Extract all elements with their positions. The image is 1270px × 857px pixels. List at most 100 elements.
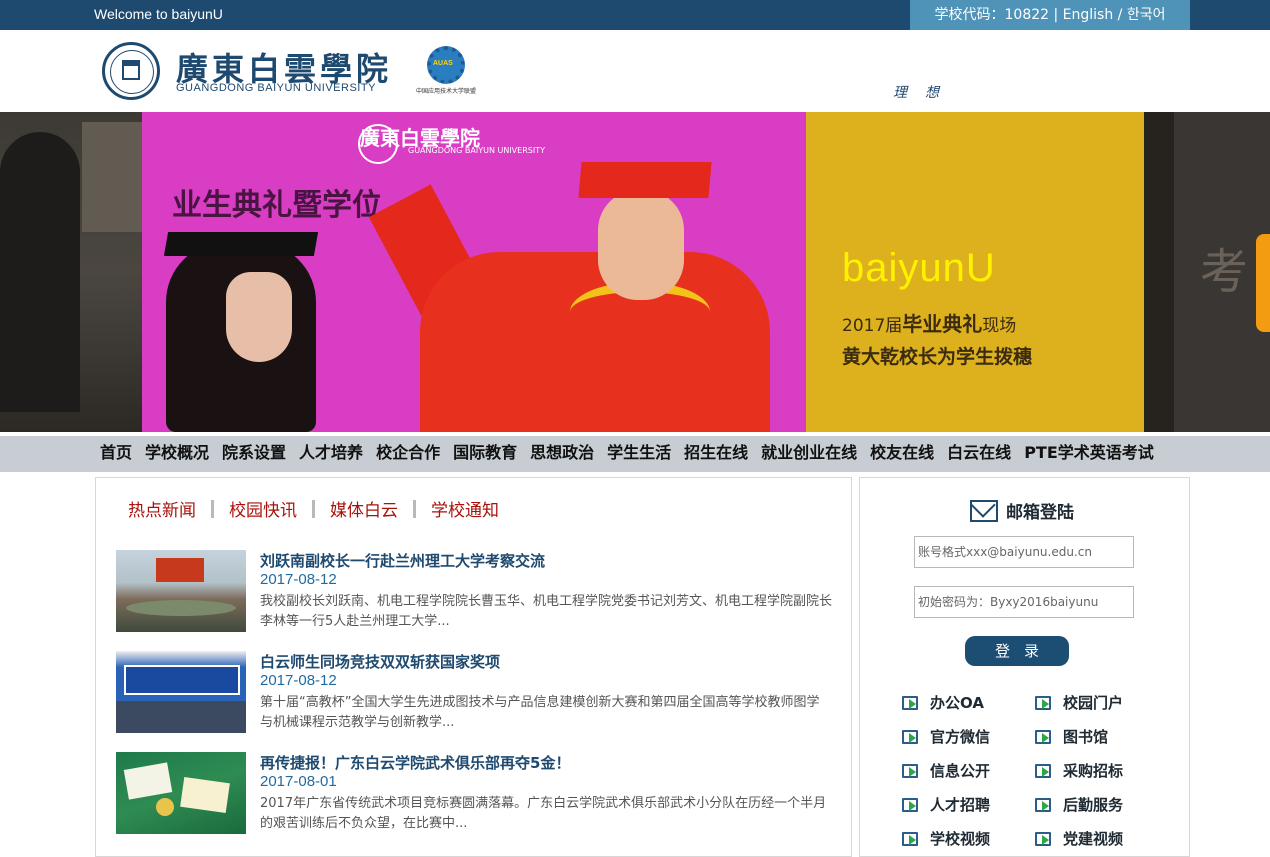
tab-divider bbox=[413, 499, 416, 518]
nav-item-pte[interactable]: PTE学术英语考试 bbox=[1024, 436, 1154, 470]
top-bar: Welcome to baiyunU 学校代码：10822 | English … bbox=[0, 0, 1270, 30]
certificate bbox=[123, 762, 173, 800]
nav-item-employment[interactable]: 就业创业在线 bbox=[761, 436, 857, 470]
banner-background-right: 考 bbox=[1144, 112, 1270, 432]
nav-item-overview[interactable]: 学校概况 bbox=[145, 436, 209, 470]
arrow-box-icon bbox=[1035, 831, 1051, 846]
news-title-link[interactable]: 刘跃南副校长一行赴兰州理工大学考察交流 bbox=[260, 550, 545, 571]
president-figure bbox=[368, 142, 790, 432]
tab-media[interactable]: 媒体白云 bbox=[330, 496, 398, 521]
quick-link-library[interactable]: 图书馆 bbox=[1035, 726, 1108, 747]
quick-link-label: 校园门户 bbox=[1063, 694, 1124, 712]
banner-caption-panel: baiyunU 2017届毕业典礼现场 黄大乾校长为学生拨穗 bbox=[806, 112, 1144, 432]
top-links: 学校代码：10822 | English / 한국어 bbox=[910, 0, 1190, 30]
school-seal-logo[interactable] bbox=[102, 42, 160, 100]
calligraphy-art: 考 bbox=[1200, 244, 1249, 300]
quick-link-school-video[interactable]: 学校视频 bbox=[902, 828, 990, 849]
hero-banner[interactable]: 廣東白雲學院 GUANGDONG BAIYUN UNIVERSITY 业生典礼暨… bbox=[0, 112, 1270, 432]
tab-campus-news[interactable]: 校园快讯 bbox=[229, 496, 297, 521]
quick-link-label: 图书馆 bbox=[1063, 728, 1109, 746]
news-date: 2017-08-12 bbox=[260, 672, 337, 689]
face-shape bbox=[226, 272, 292, 362]
nav-item-ideology[interactable]: 思想政治 bbox=[530, 436, 594, 470]
quick-link-logistics[interactable]: 后勤服务 bbox=[1035, 794, 1123, 815]
auas-badge-text: AUAS bbox=[433, 60, 453, 67]
quick-link-portal[interactable]: 校园门户 bbox=[1035, 692, 1123, 713]
quick-link-label: 信息公开 bbox=[930, 762, 991, 780]
graduate-student-figure bbox=[163, 202, 326, 432]
arrow-box-icon bbox=[902, 729, 918, 744]
arrow-box-icon bbox=[902, 695, 918, 710]
arrow-box-icon bbox=[1035, 729, 1051, 744]
tab-divider bbox=[312, 499, 315, 518]
nav-item-alumni[interactable]: 校友在线 bbox=[870, 436, 934, 470]
arrow-box-icon bbox=[1035, 695, 1051, 710]
red-robe bbox=[420, 252, 770, 432]
news-thumbnail[interactable] bbox=[116, 651, 246, 733]
mortarboard-cap bbox=[163, 232, 319, 256]
caption-bold: 毕业典礼 bbox=[902, 312, 983, 336]
account-input[interactable] bbox=[914, 536, 1134, 568]
nav-item-departments[interactable]: 院系设置 bbox=[222, 436, 286, 470]
nav-item-admissions[interactable]: 招生在线 bbox=[684, 436, 748, 470]
login-button[interactable]: 登录 bbox=[965, 636, 1069, 666]
news-panel: 热点新闻 校园快讯 媒体白云 学校通知 刘跃南副校长一行赴兰州理工大学考察交流 … bbox=[95, 477, 852, 857]
news-title-link[interactable]: 白云师生同场竞技双双斩获国家奖项 bbox=[260, 651, 500, 672]
projector-screen bbox=[156, 558, 204, 582]
certificate bbox=[180, 776, 230, 814]
face-shape bbox=[598, 190, 684, 300]
news-title-link[interactable]: 再传捷报！广东白云学院武术俱乐部再夺5金！ bbox=[260, 752, 570, 773]
korean-link[interactable]: 한국어 bbox=[1127, 7, 1166, 23]
list-item: 刘跃南副校长一行赴兰州理工大学考察交流 2017-08-12 我校副校长刘跃南、… bbox=[116, 550, 836, 632]
english-link[interactable]: English bbox=[1063, 7, 1114, 23]
tab-hot-news[interactable]: 热点新闻 bbox=[128, 496, 196, 521]
person-silhouette bbox=[0, 132, 80, 412]
news-tabs: 热点新闻 校园快讯 媒体白云 学校通知 bbox=[128, 496, 499, 521]
mail-header: 邮箱登陆 bbox=[970, 498, 1074, 523]
arrow-box-icon bbox=[902, 831, 918, 846]
nav-item-international[interactable]: 国际教育 bbox=[453, 436, 517, 470]
news-summary: 我校副校长刘跃南、机电工程学院院长曹玉华、机电工程学院党委书记刘芳文、机电工程学… bbox=[260, 594, 833, 629]
top-divider: / bbox=[1113, 7, 1127, 23]
quick-link-label: 后勤服务 bbox=[1063, 796, 1124, 814]
news-thumbnail[interactable] bbox=[116, 752, 246, 834]
red-cap bbox=[578, 162, 712, 198]
meeting-table bbox=[126, 600, 236, 616]
side-float-tab[interactable] bbox=[1256, 234, 1270, 332]
quick-link-info[interactable]: 信息公开 bbox=[902, 760, 990, 781]
top-divider: | bbox=[1049, 7, 1063, 23]
school-motto: 理想 bbox=[893, 85, 957, 101]
quick-link-wechat[interactable]: 官方微信 bbox=[902, 726, 990, 747]
quick-link-label: 官方微信 bbox=[930, 728, 991, 746]
news-thumbnail[interactable] bbox=[116, 550, 246, 632]
door-frame bbox=[1144, 112, 1174, 432]
quick-link-procurement[interactable]: 采购招标 bbox=[1035, 760, 1123, 781]
envelope-icon bbox=[970, 499, 998, 522]
auas-gear-logo[interactable]: AUAS bbox=[427, 46, 465, 84]
nav-item-home[interactable]: 首页 bbox=[100, 436, 132, 470]
tab-notices[interactable]: 学校通知 bbox=[431, 496, 499, 521]
group-photo bbox=[116, 701, 246, 733]
banner-caption-line2: 黄大乾校长为学生拨穗 bbox=[842, 346, 1033, 368]
banner-background-left bbox=[0, 112, 142, 432]
nav-item-enterprise[interactable]: 校企合作 bbox=[376, 436, 440, 470]
arrow-box-icon bbox=[1035, 797, 1051, 812]
quick-link-oa[interactable]: 办公OA bbox=[902, 692, 984, 713]
auas-caption: 中国应用技术大学联盟 bbox=[416, 88, 477, 95]
wall-panel bbox=[82, 122, 142, 232]
quick-link-party-video[interactable]: 党建视频 bbox=[1035, 828, 1123, 849]
nav-item-baiyun-online[interactable]: 白云在线 bbox=[947, 436, 1011, 470]
banner-caption-line1: 2017届毕业典礼现场 bbox=[842, 308, 1016, 337]
quick-link-label: 办公OA bbox=[930, 694, 984, 712]
mail-title: 邮箱登陆 bbox=[1006, 503, 1074, 523]
nav-item-training[interactable]: 人才培养 bbox=[299, 436, 363, 470]
mail-login-panel: 邮箱登陆 登录 办公OA 校园门户 官方微信 图书馆 信息公开 采购招标 人才招… bbox=[859, 477, 1190, 857]
arrow-box-icon bbox=[902, 763, 918, 778]
password-input[interactable] bbox=[914, 586, 1134, 618]
banner-brand: baiyunU bbox=[842, 246, 996, 290]
school-code: 学校代码：10822 bbox=[934, 7, 1050, 23]
quick-link-recruitment[interactable]: 人才招聘 bbox=[902, 794, 990, 815]
nav-item-student-life[interactable]: 学生生活 bbox=[607, 436, 671, 470]
news-summary: 第十届“高教杯”全国大学生先进成图技术与产品信息建模创新大赛和第四届全国高等学校… bbox=[260, 695, 820, 730]
news-date: 2017-08-01 bbox=[260, 773, 337, 790]
